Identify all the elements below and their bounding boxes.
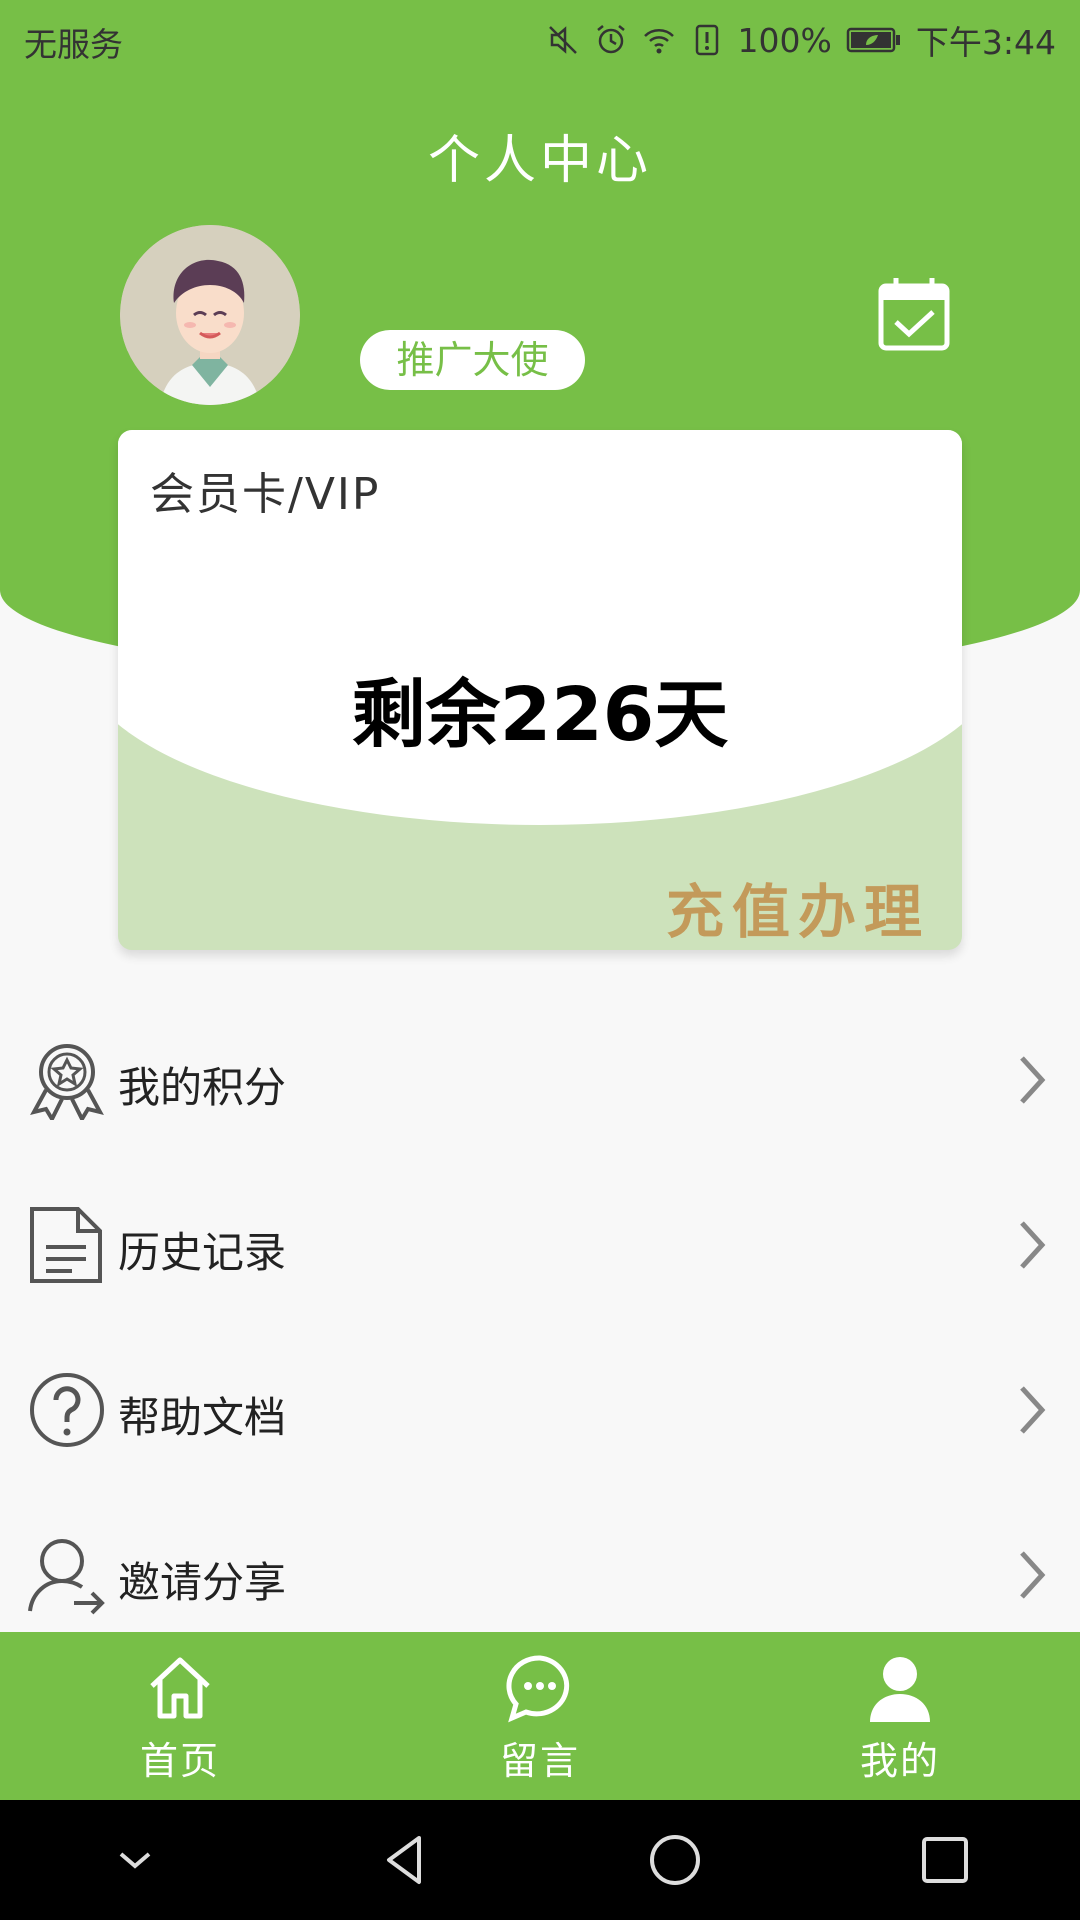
recents-icon[interactable] (915, 1830, 975, 1890)
menu-label-invite: 邀请分享 (118, 1558, 287, 1607)
system-navigation-bar (0, 1800, 1080, 1920)
avatar[interactable] (120, 225, 300, 405)
home-circle-icon[interactable] (645, 1830, 705, 1890)
chat-icon (506, 1655, 570, 1723)
nav-profile-label: 我的 (859, 1739, 940, 1783)
carrier-label: 无服务 (24, 25, 123, 64)
chevron-down-icon[interactable] (105, 1830, 165, 1890)
award-star-icon (30, 1044, 104, 1120)
chevron-right-icon (1020, 1551, 1046, 1599)
nav-messages-label: 留言 (499, 1739, 580, 1783)
role-badge: 推广大使 (360, 330, 585, 390)
menu-item-help[interactable]: 帮助文档 (0, 1330, 1080, 1495)
bottom-nav: 首页 留言 我的 (0, 1632, 1080, 1800)
nav-messages[interactable]: 留言 (360, 1632, 720, 1800)
page-title: 个人中心 (427, 131, 652, 191)
chevron-right-icon (1020, 1056, 1046, 1104)
avatar-illustration (120, 225, 300, 405)
nav-profile[interactable]: 我的 (720, 1632, 1080, 1800)
menu-list: 我的积分 历史记录 帮助文档 邀请分享 (0, 1000, 1080, 1660)
chevron-right-icon (1020, 1221, 1046, 1269)
document-icon (30, 1207, 102, 1283)
user-icon (870, 1657, 930, 1722)
menu-item-history[interactable]: 历史记录 (0, 1165, 1080, 1330)
battery-percent: 100% (737, 20, 832, 60)
calendar-check-icon[interactable] (878, 276, 950, 352)
menu-label-points: 我的积分 (118, 1063, 287, 1112)
help-circle-icon (30, 1373, 104, 1447)
menu-item-points[interactable]: 我的积分 (0, 1000, 1080, 1165)
clock: 下午3:44 (915, 23, 1056, 62)
nav-home[interactable]: 首页 (0, 1632, 360, 1800)
vip-card-label: 会员卡/VIP (150, 469, 381, 520)
vip-card: 会员卡/VIP 剩余226天 充值办理 (118, 430, 962, 950)
battery-icon (846, 27, 900, 53)
alarm-icon (596, 25, 625, 54)
menu-label-history: 历史记录 (118, 1228, 287, 1277)
nav-home-label: 首页 (139, 1739, 220, 1783)
recharge-button[interactable]: 充值办理 (666, 865, 930, 949)
days-remaining: 剩余226天 (351, 672, 729, 758)
status-bar: 无服务 100% 下午3:44 (0, 0, 1080, 76)
chevron-right-icon (1020, 1386, 1046, 1434)
user-share-icon (28, 1539, 105, 1615)
sim-alert-icon (695, 24, 718, 56)
menu-label-help: 帮助文档 (118, 1393, 287, 1442)
mute-icon (548, 26, 577, 54)
home-icon (150, 1657, 210, 1719)
back-icon[interactable] (375, 1830, 435, 1890)
wifi-icon (643, 29, 674, 54)
